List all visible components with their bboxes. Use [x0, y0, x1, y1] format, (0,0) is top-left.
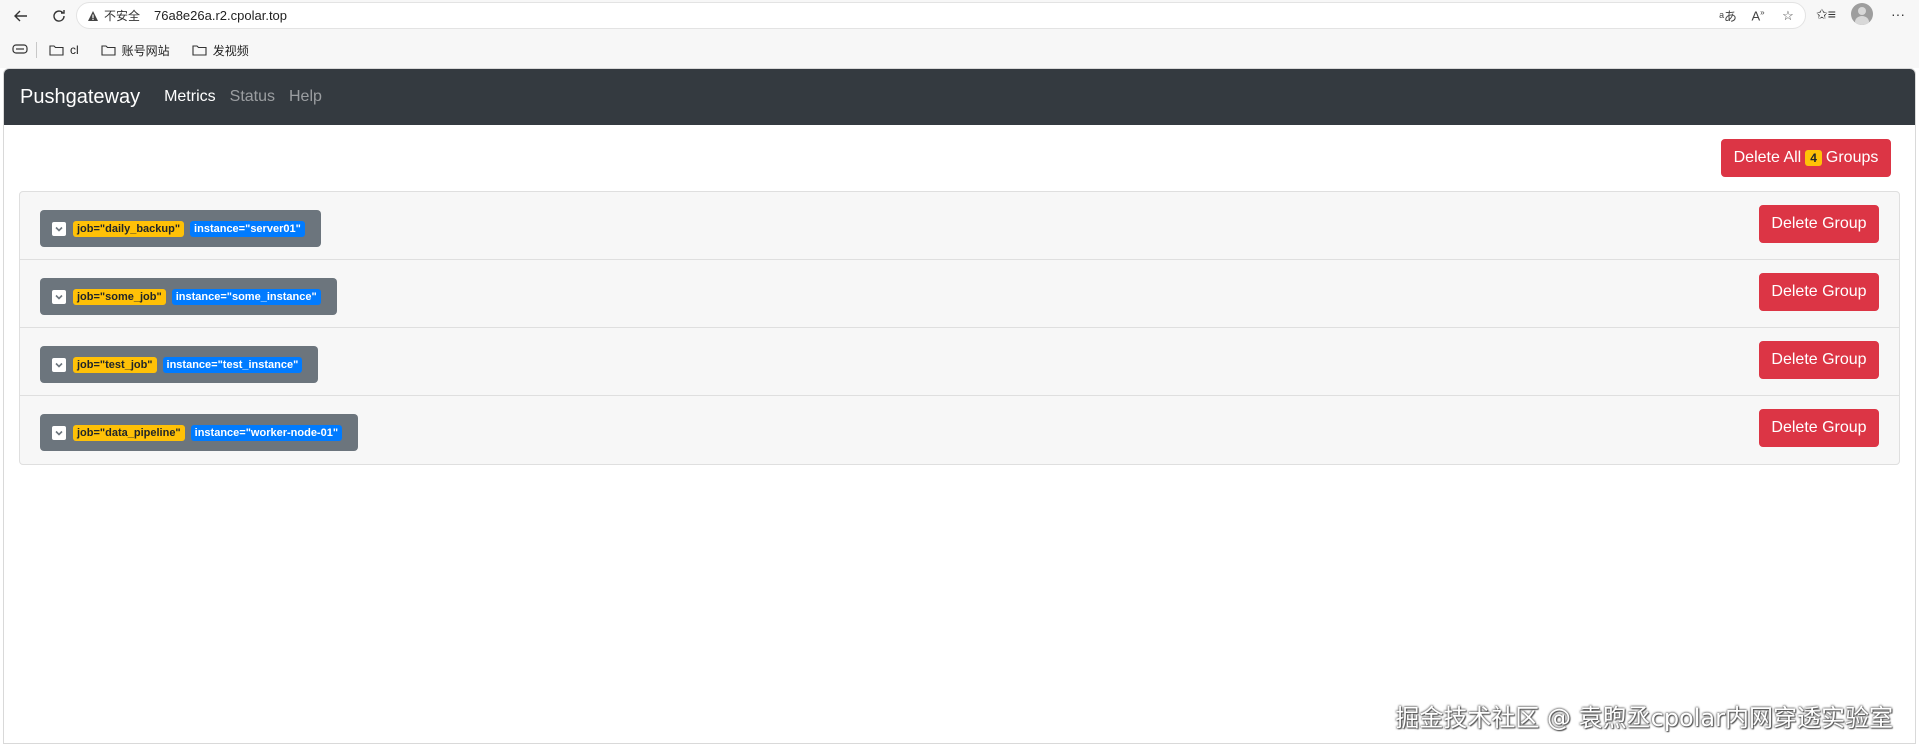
- arrow-left-icon: [14, 10, 27, 22]
- instance-label: instance="some_instance": [171, 288, 321, 305]
- bookmark-folder-videos[interactable]: 发视频: [192, 42, 249, 59]
- chevron-down-icon[interactable]: [52, 357, 66, 372]
- group-toggle[interactable]: job="daily_backup" instance="server01": [40, 210, 321, 247]
- metric-groups-list: job="daily_backup" instance="server01" D…: [19, 191, 1900, 465]
- bookmarks-bar: cl 账号网站 发视频: [0, 32, 1919, 68]
- bookmark-folder-accounts[interactable]: 账号网站: [101, 42, 170, 59]
- favorite-star-icon[interactable]: ☆: [1779, 8, 1797, 24]
- browser-address-bar: 不安全 76a8e26a.r2.cpolar.top ᵃあ A» ☆ ✩≡ ··…: [0, 0, 1919, 32]
- read-aloud-icon[interactable]: A»: [1749, 8, 1767, 23]
- bookmark-label: cl: [70, 43, 79, 57]
- delete-group-button[interactable]: Delete Group: [1759, 409, 1879, 447]
- folder-icon: [101, 45, 116, 56]
- chevron-down-icon[interactable]: [52, 289, 66, 304]
- url-field[interactable]: 不安全 76a8e26a.r2.cpolar.top ᵃあ A» ☆: [76, 2, 1806, 29]
- collections-icon[interactable]: [12, 43, 28, 58]
- brand-link[interactable]: Pushgateway: [20, 86, 140, 109]
- reload-icon: [53, 10, 65, 22]
- instance-label: instance="server01": [190, 220, 305, 237]
- security-label: 不安全: [104, 9, 141, 23]
- toolbar: Delete All 4 Groups: [4, 125, 1915, 191]
- group-row: job="daily_backup" instance="server01" D…: [20, 192, 1899, 260]
- group-toggle[interactable]: job="data_pipeline" instance="worker-nod…: [40, 414, 359, 451]
- delete-group-button[interactable]: Delete Group: [1759, 341, 1879, 379]
- job-label: job="data_pipeline": [73, 424, 185, 441]
- folder-icon: [49, 45, 64, 56]
- page-content: Pushgateway Metrics Status Help Delete A…: [3, 68, 1916, 744]
- warning-triangle-icon: [88, 10, 98, 21]
- security-indicator[interactable]: 不安全: [87, 7, 140, 24]
- group-row: job="test_job" instance="test_instance" …: [20, 328, 1899, 396]
- instance-label: instance="worker-node-01": [190, 424, 343, 441]
- delete-all-suffix: Groups: [1825, 149, 1879, 166]
- url-text: 76a8e26a.r2.cpolar.top: [154, 8, 288, 23]
- back-button[interactable]: [8, 3, 34, 29]
- bookmark-label: 发视频: [212, 43, 249, 58]
- group-row: job="data_pipeline" instance="worker-nod…: [20, 396, 1899, 464]
- more-menu-icon[interactable]: ···: [1887, 3, 1909, 25]
- folder-icon: [192, 45, 207, 56]
- profile-avatar[interactable]: [1851, 3, 1873, 25]
- group-toggle[interactable]: job="test_job" instance="test_instance": [40, 346, 319, 383]
- job-label: job="test_job": [73, 356, 157, 373]
- reload-button[interactable]: [46, 3, 72, 29]
- watermark-text: 掘金技术社区 @ 袁煦丞cpolar内网穿透实验室: [1395, 704, 1893, 732]
- delete-all-prefix: Delete All: [1733, 149, 1802, 166]
- delete-group-button[interactable]: Delete Group: [1759, 273, 1879, 311]
- group-toggle[interactable]: job="some_job" instance="some_instance": [40, 278, 337, 315]
- top-navbar: Pushgateway Metrics Status Help: [4, 69, 1915, 125]
- translate-icon[interactable]: ᵃあ: [1719, 6, 1737, 25]
- bookmarks-divider: [36, 42, 37, 58]
- delete-all-groups-button[interactable]: Delete All 4 Groups: [1721, 139, 1891, 177]
- nav-link-help[interactable]: Help: [289, 88, 322, 106]
- instance-label: instance="test_instance": [162, 356, 303, 373]
- nav-link-metrics[interactable]: Metrics: [164, 88, 216, 106]
- group-count-badge: 4: [1805, 150, 1822, 166]
- group-row: job="some_job" instance="some_instance" …: [20, 260, 1899, 328]
- delete-group-button[interactable]: Delete Group: [1759, 205, 1879, 243]
- nav-link-status[interactable]: Status: [230, 88, 275, 106]
- chevron-down-icon[interactable]: [52, 221, 66, 236]
- chevron-down-icon[interactable]: [52, 425, 66, 440]
- job-label: job="some_job": [73, 288, 166, 305]
- job-label: job="daily_backup": [73, 220, 185, 237]
- bookmark-folder-cl[interactable]: cl: [49, 43, 79, 57]
- favorites-list-icon[interactable]: ✩≡: [1815, 3, 1837, 25]
- bookmark-label: 账号网站: [121, 43, 170, 58]
